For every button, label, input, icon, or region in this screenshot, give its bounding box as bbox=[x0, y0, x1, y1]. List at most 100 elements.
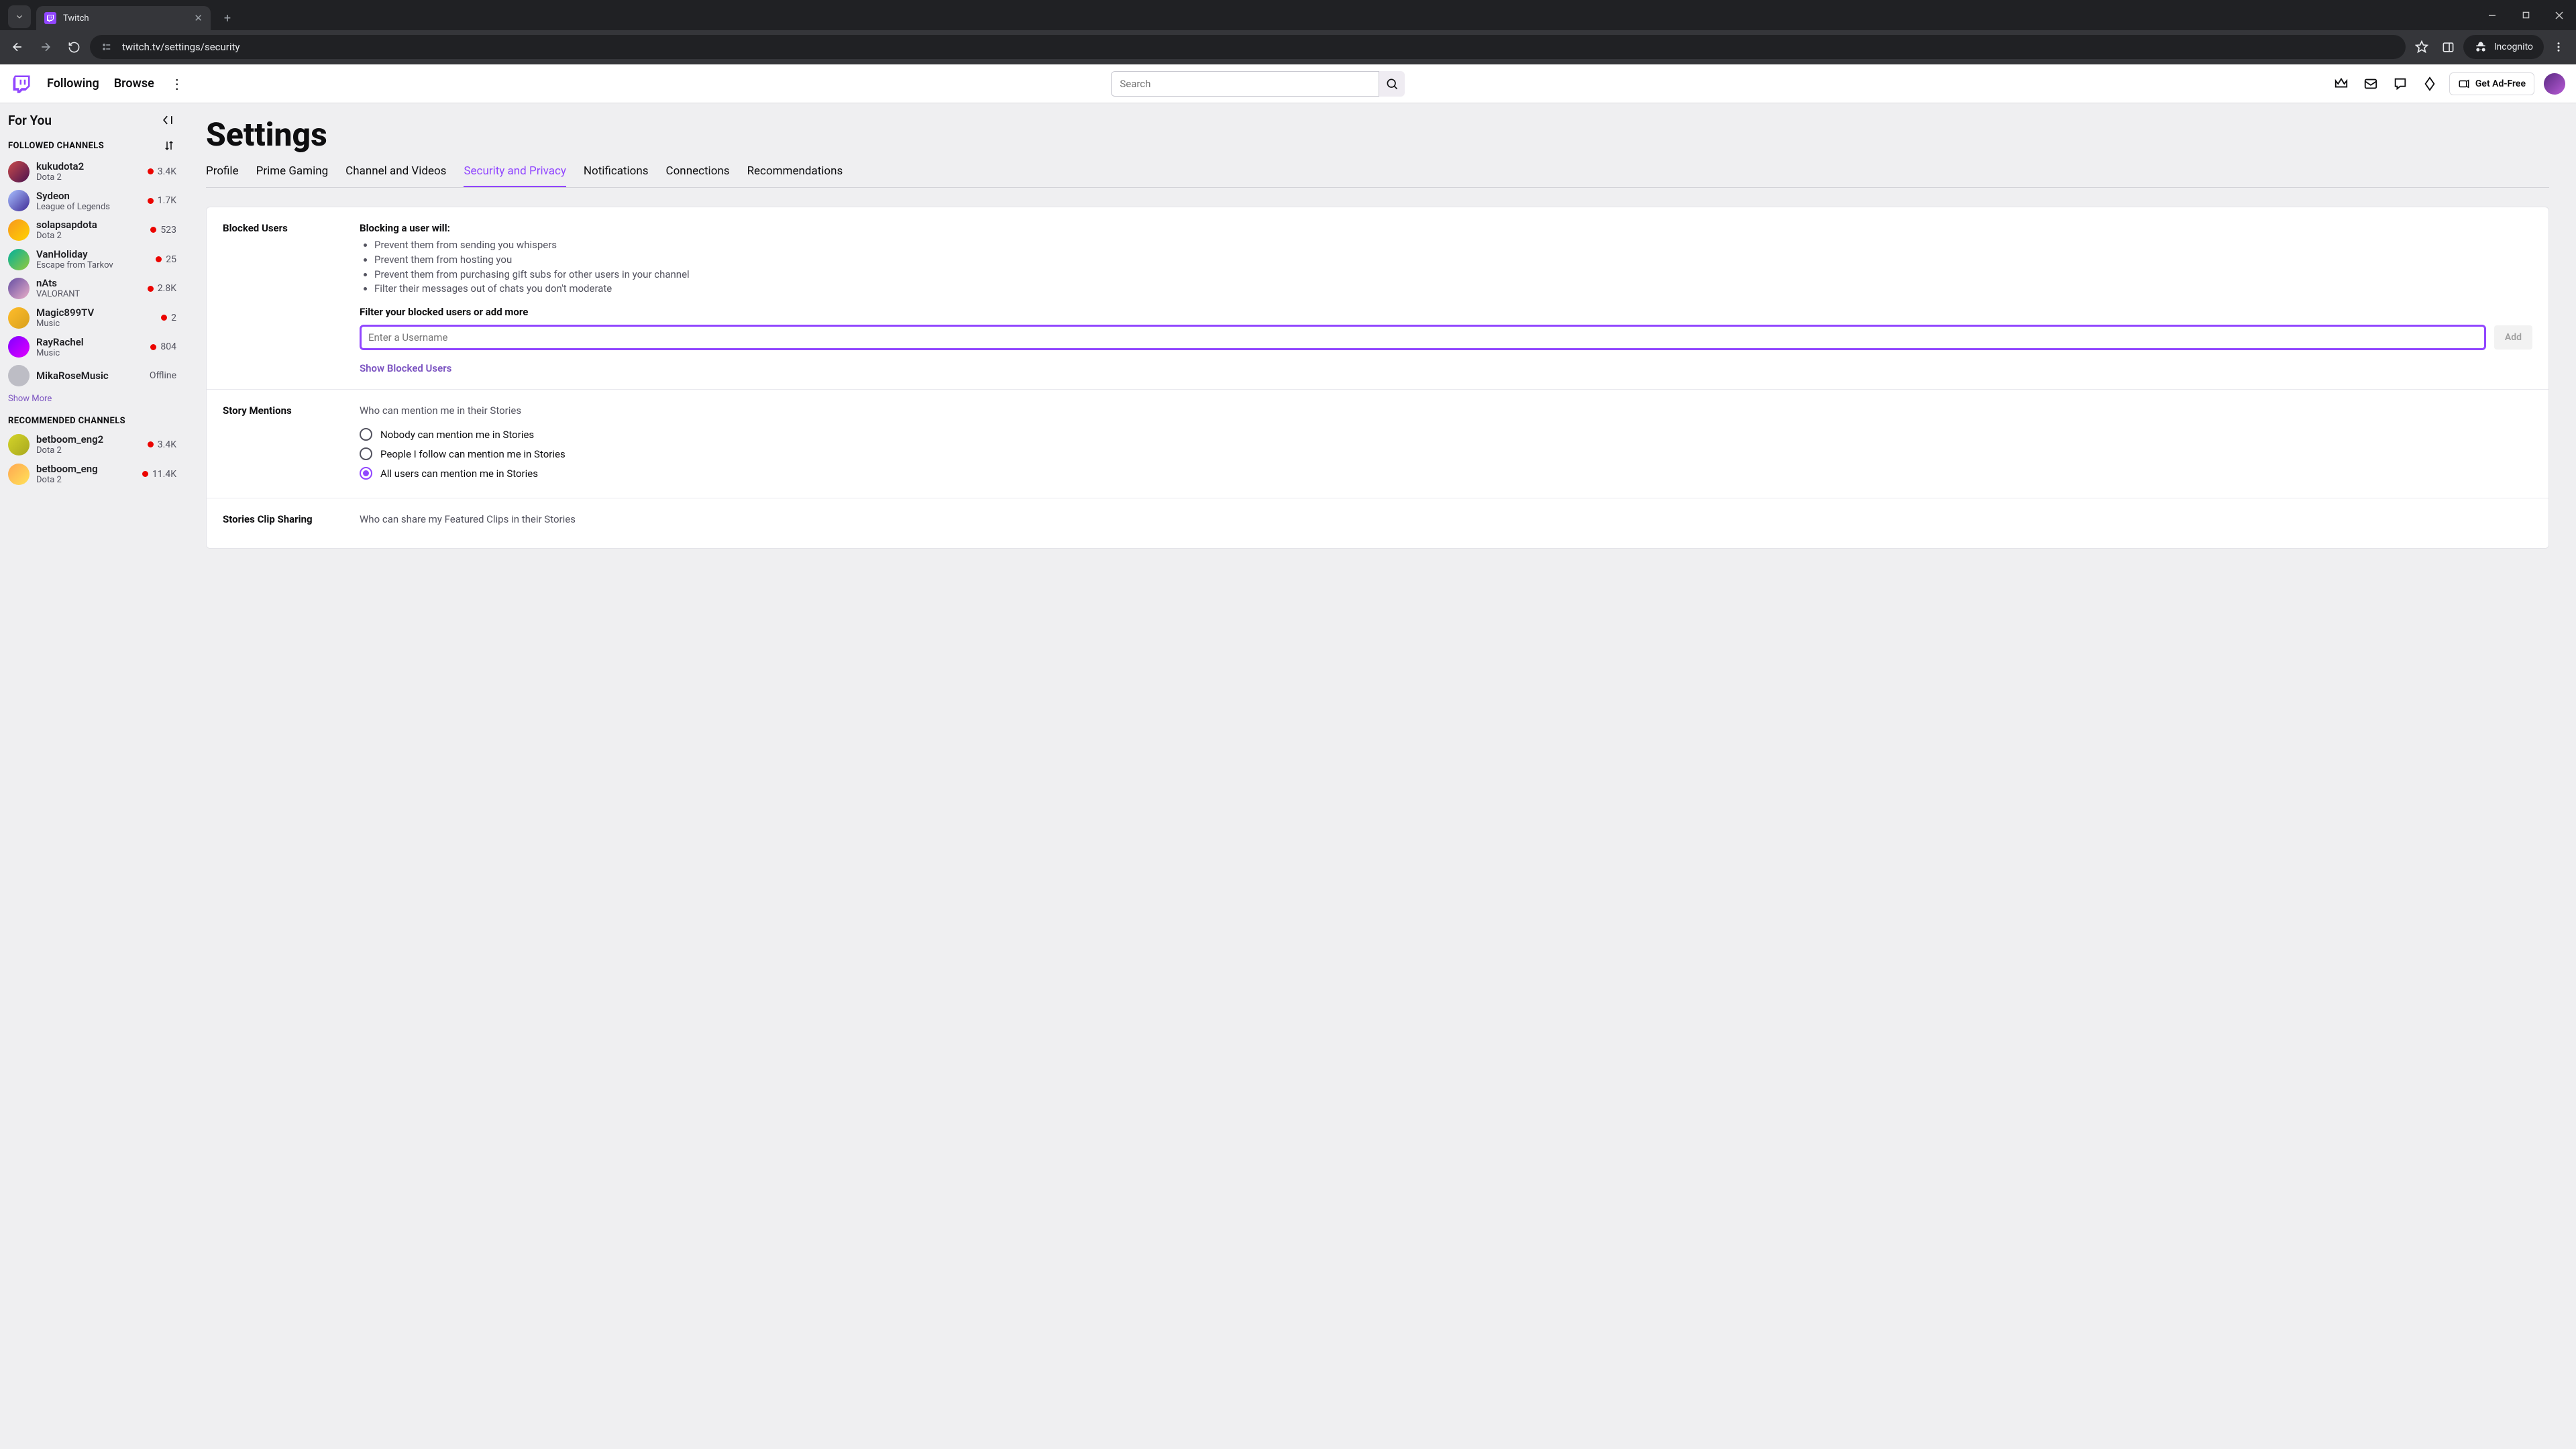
tab-search-button[interactable] bbox=[8, 5, 31, 28]
channel-row[interactable]: Magic899TV Music 2 bbox=[7, 303, 178, 333]
address-bar[interactable]: twitch.tv/settings/security bbox=[90, 35, 2406, 59]
live-dot-icon bbox=[142, 471, 148, 477]
site-info-icon[interactable] bbox=[99, 40, 114, 54]
settings-tab[interactable]: Profile bbox=[206, 158, 239, 187]
radio-label: Nobody can mention me in Stories bbox=[380, 429, 534, 441]
settings-main: Settings ProfilePrime GamingChannel and … bbox=[183, 103, 2576, 1449]
window-maximize-button[interactable] bbox=[2509, 0, 2542, 30]
channel-row[interactable]: kukudota2 Dota 2 3.4K bbox=[7, 157, 178, 186]
channel-game: Dota 2 bbox=[36, 172, 141, 183]
channel-avatar bbox=[8, 434, 30, 455]
nav-following-link[interactable]: Following bbox=[47, 76, 99, 91]
story-mention-option[interactable]: People I follow can mention me in Storie… bbox=[360, 444, 2532, 464]
ad-free-label: Get Ad-Free bbox=[2475, 78, 2526, 89]
bits-icon[interactable] bbox=[2420, 74, 2440, 94]
channel-info: nAts VALORANT bbox=[36, 277, 141, 300]
channel-row[interactable]: RayRachel Music 804 bbox=[7, 333, 178, 362]
live-viewer-count: 25 bbox=[156, 254, 176, 265]
channel-name: solapsapdota bbox=[36, 219, 144, 231]
channel-game: League of Legends bbox=[36, 202, 141, 213]
incognito-label: Incognito bbox=[2494, 42, 2533, 52]
clip-sharing-question: Who can share my Featured Clips in their… bbox=[360, 513, 2532, 525]
channel-name: kukudota2 bbox=[36, 160, 141, 172]
channel-name: VanHoliday bbox=[36, 248, 149, 260]
browser-menu-button[interactable] bbox=[2546, 35, 2571, 59]
channel-row[interactable]: Sydeon League of Legends 1.7K bbox=[7, 186, 178, 216]
channel-game: Music bbox=[36, 319, 154, 329]
show-more-link[interactable]: Show More bbox=[7, 390, 178, 411]
channel-row[interactable]: VanHoliday Escape from Tarkov 25 bbox=[7, 245, 178, 274]
channel-row[interactable]: nAts VALORANT 2.8K bbox=[7, 274, 178, 303]
live-viewer-count: 2 bbox=[161, 313, 176, 323]
show-blocked-users-link[interactable]: Show Blocked Users bbox=[360, 362, 2532, 374]
clip-sharing-label: Stories Clip Sharing bbox=[223, 513, 360, 533]
nav-back-button[interactable] bbox=[5, 35, 30, 59]
settings-tab[interactable]: Notifications bbox=[584, 158, 649, 187]
live-dot-icon bbox=[148, 441, 154, 447]
radio-label: All users can mention me in Stories bbox=[380, 468, 538, 480]
inbox-icon[interactable] bbox=[2361, 74, 2381, 94]
live-viewer-count: 1.7K bbox=[148, 195, 176, 206]
channel-row[interactable]: betboom_eng2 Dota 2 3.4K bbox=[7, 430, 178, 460]
channel-row[interactable]: betboom_eng Dota 2 11.4K bbox=[7, 460, 178, 489]
story-mention-option[interactable]: All users can mention me in Stories bbox=[360, 464, 2532, 483]
get-ad-free-button[interactable]: Get Ad-Free bbox=[2449, 72, 2534, 95]
prime-loot-icon[interactable] bbox=[2331, 74, 2351, 94]
story-mention-option[interactable]: Nobody can mention me in Stories bbox=[360, 425, 2532, 444]
bookmark-button[interactable] bbox=[2410, 35, 2434, 59]
channel-row[interactable]: MikaRoseMusic Offline bbox=[7, 362, 178, 390]
settings-tab[interactable]: Recommendations bbox=[747, 158, 843, 187]
story-mentions-label: Story Mentions bbox=[223, 405, 360, 483]
offline-label: Offline bbox=[150, 370, 176, 381]
channel-avatar bbox=[8, 278, 30, 299]
live-dot-icon bbox=[150, 344, 156, 350]
search-button[interactable] bbox=[1379, 71, 1405, 97]
close-tab-icon[interactable]: ✕ bbox=[194, 12, 203, 24]
channel-row[interactable]: solapsapdota Dota 2 523 bbox=[7, 215, 178, 245]
add-blocked-button[interactable]: Add bbox=[2494, 325, 2532, 350]
incognito-indicator[interactable]: Incognito bbox=[2463, 35, 2544, 59]
channel-game: Escape from Tarkov bbox=[36, 260, 149, 271]
blocked-users-subhead: Blocking a user will: bbox=[360, 222, 2532, 234]
block-effect-item: Prevent them from hosting you bbox=[374, 253, 2532, 268]
window-minimize-button[interactable] bbox=[2475, 0, 2509, 30]
radio-icon bbox=[360, 447, 372, 460]
nav-forward-button[interactable] bbox=[34, 35, 58, 59]
nav-reload-button[interactable] bbox=[62, 35, 86, 59]
new-tab-button[interactable]: + bbox=[217, 8, 237, 28]
nav-browse-link[interactable]: Browse bbox=[114, 76, 154, 91]
settings-tab[interactable]: Connections bbox=[666, 158, 730, 187]
window-controls bbox=[2475, 0, 2576, 30]
story-mentions-section: Story Mentions Who can mention me in the… bbox=[207, 390, 2548, 498]
channel-avatar bbox=[8, 365, 30, 386]
browser-tab[interactable]: Twitch ✕ bbox=[36, 6, 211, 30]
filter-blocked-label: Filter your blocked users or add more bbox=[360, 306, 2532, 318]
window-close-button[interactable] bbox=[2542, 0, 2576, 30]
search-input[interactable] bbox=[1111, 71, 1379, 97]
settings-tab[interactable]: Channel and Videos bbox=[345, 158, 446, 187]
blocked-username-input[interactable] bbox=[360, 325, 2486, 350]
channel-name: Sydeon bbox=[36, 190, 141, 202]
nav-more-button[interactable]: ⋮ bbox=[169, 76, 185, 92]
twitch-logo[interactable] bbox=[11, 73, 32, 95]
channel-name: MikaRoseMusic bbox=[36, 370, 143, 382]
radio-icon bbox=[360, 467, 372, 480]
settings-tab[interactable]: Security and Privacy bbox=[464, 158, 566, 187]
search-container bbox=[1111, 71, 1405, 97]
sidebar-collapse-button[interactable] bbox=[159, 111, 176, 129]
side-panel-button[interactable] bbox=[2436, 35, 2461, 59]
channel-name: Magic899TV bbox=[36, 307, 154, 319]
sort-followed-button[interactable] bbox=[162, 138, 176, 153]
channel-avatar bbox=[8, 190, 30, 211]
user-avatar[interactable] bbox=[2544, 73, 2565, 95]
settings-tab-row: Profile Prime Gaming Channel and Videos Sec… bbox=[206, 158, 2549, 188]
ad-free-icon bbox=[2458, 78, 2470, 90]
whispers-icon[interactable] bbox=[2390, 74, 2410, 94]
channel-game: VALORANT bbox=[36, 289, 141, 300]
tab-title: Twitch bbox=[63, 13, 89, 23]
channel-game: Dota 2 bbox=[36, 475, 136, 486]
radio-icon bbox=[360, 428, 372, 441]
channel-name: betboom_eng2 bbox=[36, 433, 141, 445]
settings-tab[interactable]: Prime Gaming bbox=[256, 158, 329, 187]
channel-game: Music bbox=[36, 348, 144, 359]
